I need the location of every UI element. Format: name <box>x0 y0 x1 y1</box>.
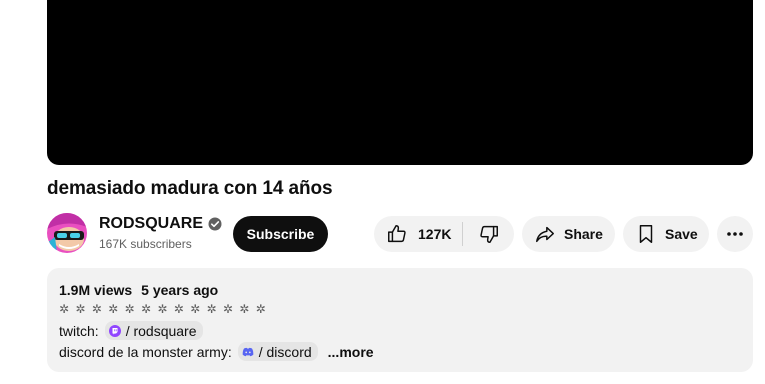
discord-link-text: / discord <box>258 343 312 360</box>
more-horizontal-icon <box>725 224 745 244</box>
description-line-discord: discord de la monster army: / discord ..… <box>59 342 374 361</box>
video-meta: 1.9M views 5 years ago <box>59 282 218 298</box>
discord-icon <box>242 346 254 358</box>
thumbs-down-icon <box>478 223 500 245</box>
like-button[interactable]: 127K <box>374 216 462 252</box>
twitch-link-text: / rodsquare <box>125 322 197 339</box>
twitch-prefix: twitch: <box>59 322 99 339</box>
description-box[interactable]: 1.9M views 5 years ago ✲ ✲ ✲ ✲ ✲ ✲ ✲ ✲ ✲… <box>47 268 753 372</box>
subscribe-button[interactable]: Subscribe <box>233 216 328 252</box>
share-icon <box>534 223 556 245</box>
discord-prefix: discord de la monster army: <box>59 343 232 360</box>
share-button[interactable]: Share <box>522 216 615 252</box>
dislike-button[interactable] <box>463 216 514 252</box>
subscriber-count: 167K subscribers <box>99 237 192 251</box>
video-title: demasiado madura con 14 años <box>47 178 333 199</box>
twitch-icon <box>108 324 121 337</box>
discord-link[interactable]: / discord <box>237 342 318 361</box>
channel-avatar[interactable] <box>47 213 87 253</box>
thumbs-up-icon <box>386 223 408 245</box>
like-count: 127K <box>418 226 452 242</box>
decorative-stars: ✲ ✲ ✲ ✲ ✲ ✲ ✲ ✲ ✲ ✲ ✲ ✲ ✲ <box>59 302 268 316</box>
bookmark-icon <box>635 223 657 245</box>
channel-name-text: RODSQUARE <box>99 215 204 232</box>
share-label: Share <box>564 226 603 242</box>
upload-age: 5 years ago <box>141 282 219 298</box>
channel-avatar-icon <box>47 213 87 253</box>
channel-name[interactable]: RODSQUARE <box>99 215 222 233</box>
show-more-link[interactable]: ...more <box>328 344 374 360</box>
save-label: Save <box>665 226 698 242</box>
save-button[interactable]: Save <box>623 216 709 252</box>
view-count: 1.9M views <box>59 282 133 298</box>
twitch-link[interactable]: / rodsquare <box>104 321 203 340</box>
more-actions-button[interactable] <box>717 216 753 252</box>
description-line-twitch: twitch: / rodsquare <box>59 321 203 340</box>
verified-icon <box>208 217 222 231</box>
like-dislike-group: 127K <box>374 216 514 252</box>
video-player[interactable] <box>47 0 753 165</box>
